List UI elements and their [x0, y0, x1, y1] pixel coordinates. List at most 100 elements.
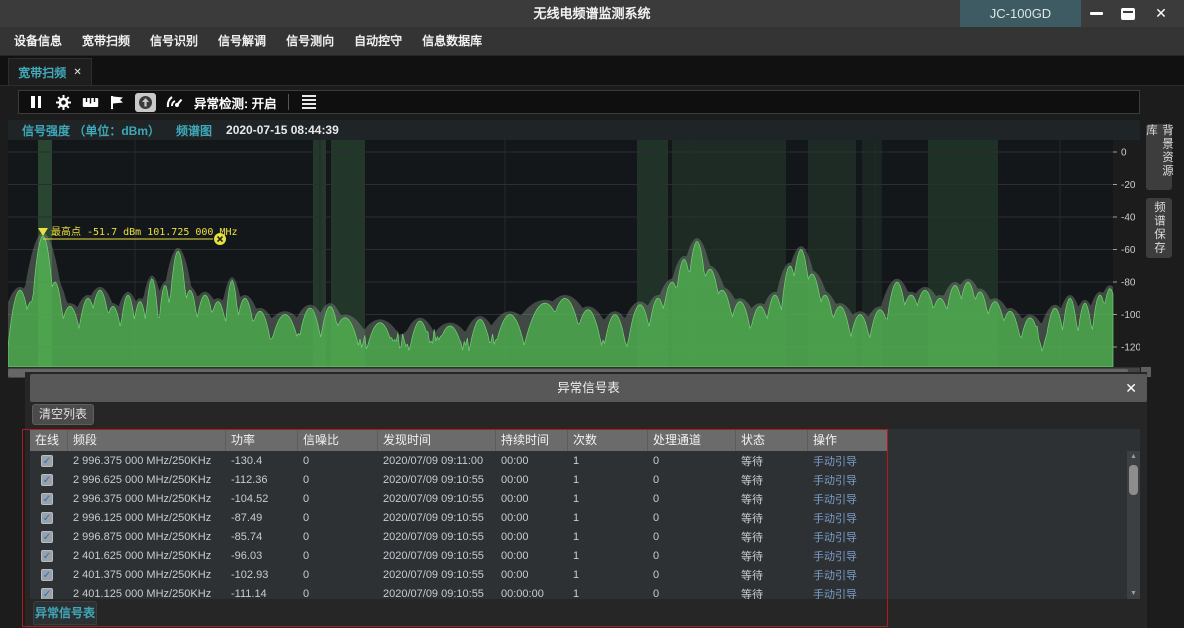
- flag-icon: [110, 95, 124, 110]
- scroll-down-icon[interactable]: ▼: [1127, 590, 1140, 597]
- cell-found: 2020/07/09 09:10:55: [378, 588, 496, 600]
- row-checkbox[interactable]: ✓: [41, 550, 53, 562]
- cell-duration: 00:00: [496, 531, 568, 543]
- table-row[interactable]: ✓2 996.375 000 MHz/250KHz-104.5202020/07…: [30, 489, 888, 508]
- cell-action[interactable]: 手动引导: [808, 472, 888, 488]
- tab-bar: 宽带扫频 ✕: [0, 56, 1184, 86]
- cell-snr: 0: [298, 474, 378, 486]
- cell-power: -102.93: [226, 569, 298, 581]
- upload-spectrum-button[interactable]: [135, 93, 156, 112]
- anomaly-table-tab[interactable]: 异常信号表: [33, 601, 97, 625]
- cell-action[interactable]: 手动引导: [808, 567, 888, 583]
- column-header-6[interactable]: 次数: [568, 429, 648, 451]
- menu-item-6[interactable]: 信息数据库: [412, 27, 492, 56]
- cell-status: 等待: [736, 510, 808, 526]
- minimize-button[interactable]: [1083, 0, 1109, 27]
- cell-snr: 0: [298, 455, 378, 467]
- cell-snr: 0: [298, 493, 378, 505]
- table-row[interactable]: ✓2 996.625 000 MHz/250KHz-112.3602020/07…: [30, 470, 888, 489]
- list-menu-button[interactable]: [300, 92, 318, 112]
- cell-action[interactable]: 手动引导: [808, 510, 888, 526]
- table-row[interactable]: ✓2 996.125 000 MHz/250KHz-87.4902020/07/…: [30, 508, 888, 527]
- column-header-2[interactable]: 功率: [226, 429, 298, 451]
- flag-button[interactable]: [108, 92, 126, 112]
- cell-online: ✓: [30, 512, 68, 524]
- spectrum-plot[interactable]: 0-20-40-60-80-100-120最高点 -51.7 dBm 101.7…: [8, 140, 1140, 367]
- device-model-button[interactable]: JC-100GD: [960, 0, 1081, 27]
- spectrum-save-button[interactable]: 频谱保存: [1146, 198, 1172, 258]
- scroll-up-icon[interactable]: ▲: [1127, 453, 1140, 460]
- detection-button[interactable]: [165, 92, 183, 112]
- cell-duration: 00:00: [496, 474, 568, 486]
- table-row[interactable]: ✓2 996.375 000 MHz/250KHz-130.402020/07/…: [30, 451, 888, 470]
- svg-text:-120: -120: [1121, 343, 1140, 354]
- table-vertical-scrollbar[interactable]: ▲ ▼: [1127, 451, 1140, 599]
- clear-list-button[interactable]: 清空列表: [32, 404, 94, 425]
- tab-broadband-scan[interactable]: 宽带扫频 ✕: [8, 58, 92, 85]
- column-header-1[interactable]: 频段: [68, 429, 226, 451]
- cell-action[interactable]: 手动引导: [808, 529, 888, 545]
- menu-item-2[interactable]: 信号识别: [140, 27, 208, 56]
- measure-button[interactable]: [81, 92, 99, 112]
- row-checkbox[interactable]: ✓: [41, 569, 53, 581]
- settings-button[interactable]: [54, 92, 72, 112]
- svg-text:-20: -20: [1121, 180, 1136, 191]
- column-header-9[interactable]: 操作: [808, 429, 888, 451]
- cell-status: 等待: [736, 529, 808, 545]
- row-checkbox[interactable]: ✓: [41, 493, 53, 505]
- table-row[interactable]: ✓2 996.875 000 MHz/250KHz-85.7402020/07/…: [30, 527, 888, 546]
- ruler-icon: [82, 97, 99, 108]
- cell-power: -96.03: [226, 550, 298, 562]
- panel-header[interactable]: 异常信号表 ✕: [30, 374, 1147, 402]
- pause-icon: [31, 96, 41, 108]
- column-header-3[interactable]: 信噪比: [298, 429, 378, 451]
- cell-status: 等待: [736, 548, 808, 564]
- background-library-button[interactable]: 背景资源库: [1146, 124, 1172, 190]
- svg-text:0: 0: [1121, 148, 1127, 159]
- cell-power: -130.4: [226, 455, 298, 467]
- cell-freq: 2 401.625 000 MHz/250KHz: [68, 550, 226, 562]
- column-header-7[interactable]: 处理通道: [648, 429, 736, 451]
- maximize-button[interactable]: [1115, 0, 1141, 27]
- table-row[interactable]: ✓2 401.125 000 MHz/250KHz-111.1402020/07…: [30, 584, 888, 599]
- menu-item-0[interactable]: 设备信息: [4, 27, 72, 56]
- panel-title: 异常信号表: [30, 374, 1147, 402]
- cell-found: 2020/07/09 09:10:55: [378, 493, 496, 505]
- cell-freq: 2 401.125 000 MHz/250KHz: [68, 588, 226, 600]
- svg-text:-80: -80: [1121, 278, 1136, 289]
- cell-status: 等待: [736, 567, 808, 583]
- cell-channel: 0: [648, 588, 736, 600]
- row-checkbox[interactable]: ✓: [41, 512, 53, 524]
- chart-y-axis-title: 信号强度 （单位：dBm）: [22, 122, 160, 139]
- column-header-0[interactable]: 在线: [30, 429, 68, 451]
- cell-duration: 00:00: [496, 493, 568, 505]
- row-checkbox[interactable]: ✓: [41, 531, 53, 543]
- cell-channel: 0: [648, 550, 736, 562]
- cell-channel: 0: [648, 569, 736, 581]
- row-checkbox[interactable]: ✓: [41, 588, 53, 600]
- cell-action[interactable]: 手动引导: [808, 491, 888, 507]
- menu-item-5[interactable]: 自动控守: [344, 27, 412, 56]
- menu-item-1[interactable]: 宽带扫频: [72, 27, 140, 56]
- cell-count: 1: [568, 512, 648, 524]
- cell-freq: 2 996.375 000 MHz/250KHz: [68, 493, 226, 505]
- menu-item-4[interactable]: 信号测向: [276, 27, 344, 56]
- row-checkbox[interactable]: ✓: [41, 474, 53, 486]
- cell-action[interactable]: 手动引导: [808, 453, 888, 469]
- table-row[interactable]: ✓2 401.625 000 MHz/250KHz-96.0302020/07/…: [30, 546, 888, 565]
- table-row[interactable]: ✓2 401.375 000 MHz/250KHz-102.9302020/07…: [30, 565, 888, 584]
- column-header-4[interactable]: 发现时间: [378, 429, 496, 451]
- cell-action[interactable]: 手动引导: [808, 548, 888, 564]
- tab-close-icon[interactable]: ✕: [73, 67, 81, 78]
- cell-action[interactable]: 手动引导: [808, 586, 888, 600]
- pause-button[interactable]: [27, 92, 45, 112]
- row-checkbox[interactable]: ✓: [41, 455, 53, 467]
- column-header-8[interactable]: 状态: [736, 429, 808, 451]
- menu-item-3[interactable]: 信号解调: [208, 27, 276, 56]
- column-header-5[interactable]: 持续时间: [496, 429, 568, 451]
- close-button[interactable]: ✕: [1148, 0, 1174, 27]
- panel-close-button[interactable]: ✕: [1125, 374, 1137, 402]
- scrollbar-thumb[interactable]: [1129, 465, 1138, 495]
- svg-text:最高点 -51.7 dBm 101.725 000 MHz: 最高点 -51.7 dBm 101.725 000 MHz: [51, 225, 238, 238]
- anomaly-detection-status: 异常检测: 开启: [194, 93, 277, 112]
